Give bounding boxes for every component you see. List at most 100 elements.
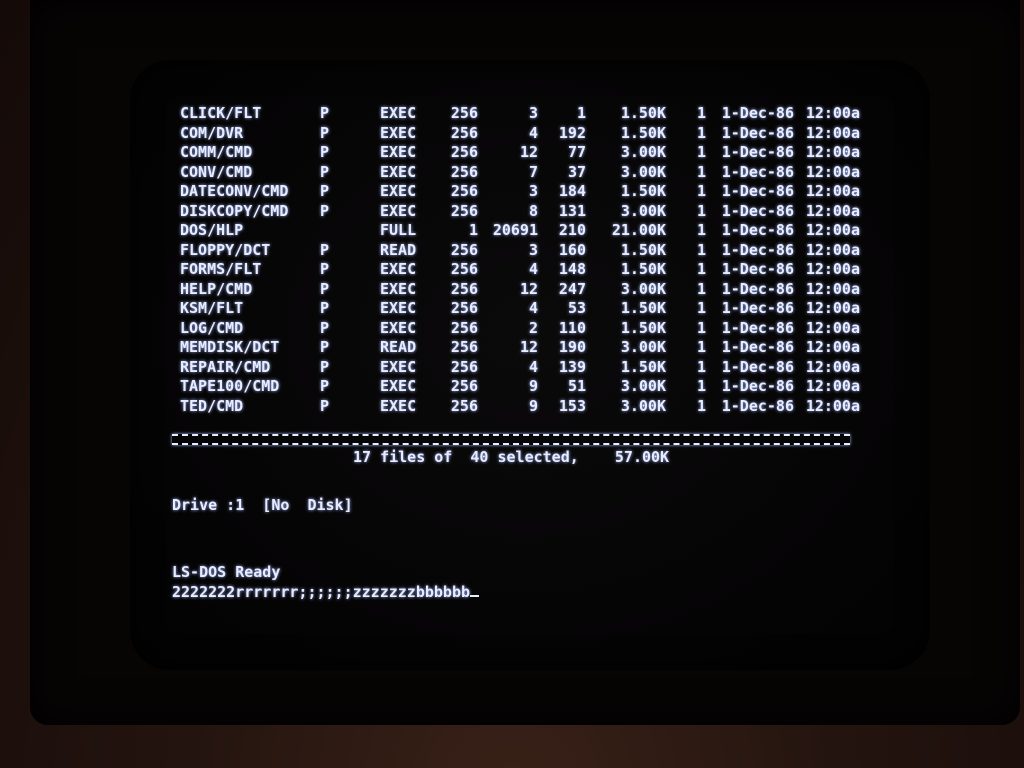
file-extents: 1: [696, 318, 706, 337]
file-size: 1.50K: [620, 260, 666, 278]
file-records: 3: [528, 104, 538, 122]
file-attribute: P: [320, 377, 330, 395]
file-time: 12:00a: [805, 338, 860, 356]
file-access: READ: [380, 338, 417, 356]
file-time: 12:00a: [805, 318, 860, 337]
file-date: 1-Dec-86: [721, 299, 794, 317]
file-extents: 1: [696, 201, 706, 220]
file-lrl: 256: [450, 123, 478, 142]
file-time: 12:00a: [805, 143, 860, 161]
file-size: 1.50K: [620, 182, 666, 200]
file-size: 3.00K: [620, 201, 666, 220]
file-records: 4: [528, 260, 538, 278]
file-date: 1-Dec-86: [721, 201, 794, 220]
file-lrl: 256: [450, 143, 478, 161]
file-attribute: P: [320, 260, 330, 278]
file-name: KSM/FLT: [180, 299, 244, 317]
file-size: 1.50K: [620, 240, 666, 259]
file-size: 3.00K: [620, 377, 666, 395]
file-lrl: 256: [450, 182, 478, 200]
file-date: 1-Dec-86: [721, 377, 794, 395]
file-records: 7: [528, 162, 538, 181]
file-date: 1-Dec-86: [721, 357, 794, 376]
file-eof: 139: [558, 357, 586, 376]
file-time: 12:00a: [805, 279, 860, 298]
file-lrl: 256: [450, 357, 478, 376]
file-extents: 1: [696, 357, 706, 376]
file-size: 3.00K: [620, 162, 666, 181]
file-attribute: P: [320, 240, 330, 259]
file-eof: 153: [558, 396, 586, 415]
file-eof: 51: [567, 377, 586, 395]
file-eof: 37: [567, 162, 586, 181]
file-eof: 190: [558, 338, 586, 356]
file-extents: 1: [696, 104, 706, 122]
file-time: 12:00a: [805, 357, 860, 376]
file-name: DISKCOPY/CMD: [180, 201, 289, 220]
file-lrl: 256: [450, 396, 478, 415]
file-extents: 1: [696, 123, 706, 142]
file-records: 4: [528, 357, 538, 376]
file-eof: 77: [567, 143, 586, 161]
file-size: 3.00K: [620, 143, 666, 161]
file-records: 3: [528, 182, 538, 200]
file-attribute: P: [320, 123, 330, 142]
file-time: 12:00a: [805, 123, 860, 142]
directory-listing: CLICK/FLT P EXEC 256 3 1 1.50K 1 1-Dec-86 12:00a C…: [180, 104, 860, 416]
file-records: 3: [528, 240, 538, 259]
file-time: 12:00a: [805, 162, 860, 181]
file-name: TAPE100/CMD: [180, 377, 280, 395]
file-date: 1-Dec-86: [721, 123, 794, 142]
file-attribute: P: [320, 396, 330, 415]
file-records: 20691: [492, 221, 538, 239]
file-date: 1-Dec-86: [721, 162, 794, 181]
file-size: 1.50K: [620, 123, 666, 142]
file-row: KSM/FLT P EXEC 256 4 53 1.50K 1 1-Dec-86 12:00a: [180, 299, 860, 319]
file-name: MEMDISK/DCT: [180, 338, 280, 356]
file-name: TED/CMD: [180, 396, 244, 415]
file-size: 3.00K: [620, 279, 666, 298]
command-input-text[interactable]: 2222222rrrrrrr;;;;;;zzzzzzzbbbbbb: [172, 583, 470, 601]
command-line[interactable]: 2222222rrrrrrr;;;;;;zzzzzzzbbbbbb: [172, 583, 480, 601]
file-size: 1.50K: [620, 104, 666, 122]
file-lrl: 256: [450, 201, 478, 220]
file-row: MEMDISK/DCT P READ 256 12 190 3.00K 1 1-Dec-86 12…: [180, 338, 860, 358]
file-records: 12: [519, 143, 538, 161]
file-row: FORMS/FLT P EXEC 256 4 148 1.50K 1 1-Dec-86 12:00…: [180, 260, 860, 280]
file-eof: 192: [558, 123, 586, 142]
file-time: 12:00a: [805, 396, 860, 415]
file-extents: 1: [696, 338, 706, 356]
file-name: FLOPPY/DCT: [180, 240, 271, 259]
file-eof: 210: [558, 221, 586, 239]
file-size: 1.50K: [620, 299, 666, 317]
file-row: COMM/CMD P EXEC 256 12 77 3.00K 1 1-Dec-86 12:00a: [180, 143, 860, 163]
file-lrl: 256: [450, 279, 478, 298]
file-extents: 1: [696, 299, 706, 317]
file-name: DATECONV/CMD: [180, 182, 289, 200]
file-attribute: P: [320, 299, 330, 317]
file-access: EXEC: [380, 299, 417, 317]
file-time: 12:00a: [805, 240, 860, 259]
file-access: EXEC: [380, 318, 417, 337]
file-access: EXEC: [380, 143, 417, 161]
file-size: 21.00K: [611, 221, 666, 239]
file-records: 9: [528, 377, 538, 395]
text-cursor: [470, 595, 480, 597]
file-row: REPAIR/CMD P EXEC 256 4 139 1.50K 1 1-Dec-86 12:0…: [180, 358, 860, 378]
file-attribute: P: [320, 182, 330, 200]
file-eof: 110: [558, 318, 586, 337]
file-name: LOG/CMD: [180, 318, 244, 337]
file-records: 12: [519, 279, 538, 298]
file-name: CLICK/FLT: [180, 104, 262, 122]
file-row: DISKCOPY/CMD P EXEC 256 8 131 3.00K 1 1-Dec-86 12…: [180, 202, 860, 222]
file-size: 1.50K: [620, 318, 666, 337]
file-row: TED/CMD P EXEC 256 9 153 3.00K 1 1-Dec-86 12:00a: [180, 397, 860, 417]
drive-status: Drive :1 [No Disk]: [172, 496, 353, 514]
file-access: EXEC: [380, 123, 417, 142]
file-access: EXEC: [380, 201, 417, 220]
file-name: COMM/CMD: [180, 143, 253, 161]
file-access: FULL: [380, 221, 417, 239]
file-row: CLICK/FLT P EXEC 256 3 1 1.50K 1 1-Dec-86 12:00a: [180, 104, 860, 124]
file-time: 12:00a: [805, 201, 860, 220]
file-extents: 1: [696, 279, 706, 298]
